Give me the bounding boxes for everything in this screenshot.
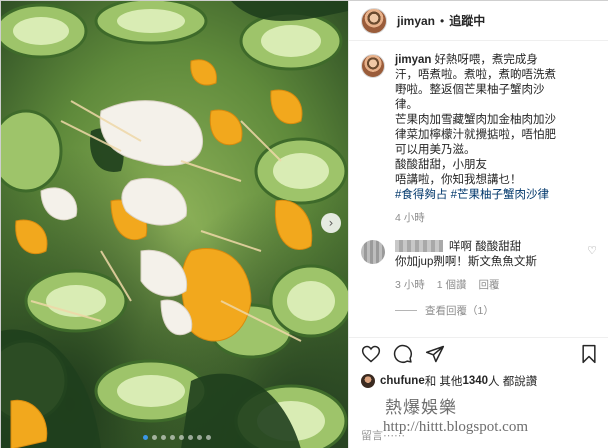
header-separator: • bbox=[440, 13, 445, 28]
salad-illustration bbox=[1, 1, 348, 448]
post-side-panel: jimyan • 追蹤中 jimyan 好熱呀喂，煮完成身 汗，唔煮啦。煮啦，煮啲… bbox=[348, 1, 608, 448]
view-replies-label[interactable]: 查看回覆（1） bbox=[425, 303, 494, 318]
caption-line: 律菜加檸檬汁就攪掂啦，唔怕肥 bbox=[395, 129, 556, 141]
comment-time: 3 小時 bbox=[395, 279, 425, 291]
carousel-dot bbox=[152, 435, 157, 440]
comment-item: 咩啊 酸酸甜甜 你加jup𠝹啊！斯文魚魚文斯 3 小時 1 個讚 回覆 ♡ bbox=[349, 226, 608, 293]
caption-line: 芒果肉加雪藏蟹肉加金柚肉加沙 bbox=[395, 114, 556, 126]
post-header: jimyan • 追蹤中 bbox=[349, 1, 608, 41]
comment-likes[interactable]: 1 個讚 bbox=[437, 278, 467, 293]
carousel-dot bbox=[206, 435, 211, 440]
liker-avatar bbox=[361, 374, 375, 388]
caption-time: 4 小時 bbox=[395, 212, 425, 224]
comment-text: 你加jup𠝹啊！斯文魚魚文斯 bbox=[395, 256, 537, 268]
following-button[interactable]: 追蹤中 bbox=[449, 12, 485, 29]
caption-hashtags[interactable]: #食得夠占 #芒果柚子蟹肉沙律 bbox=[395, 188, 556, 203]
instagram-post-frame: › jimyan • 追蹤中 jimyan 好熱呀喂，煮完成身 汗，唔煮啦。煮啦，… bbox=[0, 0, 608, 448]
watermark: 熱爆娛樂 http://hittt.blogspot.com bbox=[383, 399, 608, 437]
caption-username[interactable]: jimyan bbox=[395, 54, 431, 66]
caption-line: 酸酸甜甜，小朋友 bbox=[395, 159, 487, 171]
caption-line: 好熱呀喂，煮完成身 bbox=[434, 54, 538, 66]
comment-text: 咩啊 酸酸甜甜 bbox=[449, 241, 522, 253]
comment-avatar[interactable] bbox=[361, 240, 385, 264]
caption-line: 律。 bbox=[395, 99, 418, 111]
carousel-dot bbox=[197, 435, 202, 440]
carousel-dot bbox=[170, 435, 175, 440]
watermark-title: 熱爆娛樂 bbox=[385, 398, 457, 418]
next-arrow-icon[interactable]: › bbox=[321, 213, 341, 233]
post-photo[interactable]: › bbox=[1, 1, 348, 448]
caption-line: 嘢啦。整返個芒果柚子蟹肉沙 bbox=[395, 84, 545, 96]
save-icon[interactable] bbox=[580, 344, 598, 364]
carousel-dot bbox=[143, 435, 148, 440]
carousel-dots bbox=[143, 435, 211, 440]
carousel-dot bbox=[161, 435, 166, 440]
replies-divider bbox=[395, 310, 417, 311]
caption-line: 唔講啦，你知我想講乜！ bbox=[395, 174, 522, 186]
action-bar bbox=[349, 337, 608, 369]
view-replies[interactable]: 查看回覆（1） bbox=[349, 293, 608, 318]
caption-line: 可以用美乃滋。 bbox=[395, 144, 476, 156]
share-icon[interactable] bbox=[425, 344, 445, 364]
caption-avatar[interactable] bbox=[361, 54, 385, 78]
heart-icon[interactable] bbox=[361, 344, 381, 364]
likes-count: 1340 bbox=[462, 375, 489, 387]
reply-button[interactable]: 回覆 bbox=[479, 278, 500, 293]
liker-username[interactable]: chufune bbox=[380, 375, 425, 387]
likes-summary[interactable]: chufune 和 其他 1340 人 都說讚 bbox=[361, 373, 537, 389]
comment-icon[interactable] bbox=[393, 344, 413, 364]
avatar[interactable] bbox=[361, 7, 387, 34]
post-caption: jimyan 好熱呀喂，煮完成身 汗，唔煮啦。煮啦，煮啲唔洗煮 嘢啦。整返個芒果柚… bbox=[349, 41, 608, 226]
likes-text: 和 其他 bbox=[424, 376, 463, 388]
comment-username-blurred[interactable] bbox=[395, 240, 443, 252]
carousel-dot bbox=[179, 435, 184, 440]
carousel-dot bbox=[188, 435, 193, 440]
watermark-url: http://hittt.blogspot.com bbox=[383, 419, 529, 435]
caption-line: 汗，唔煮啦。煮啦，煮啲唔洗煮 bbox=[395, 69, 556, 81]
likes-suffix: 人 都說讚 bbox=[488, 376, 538, 388]
comment-heart-icon[interactable]: ♡ bbox=[587, 244, 597, 257]
post-username[interactable]: jimyan bbox=[397, 14, 435, 28]
